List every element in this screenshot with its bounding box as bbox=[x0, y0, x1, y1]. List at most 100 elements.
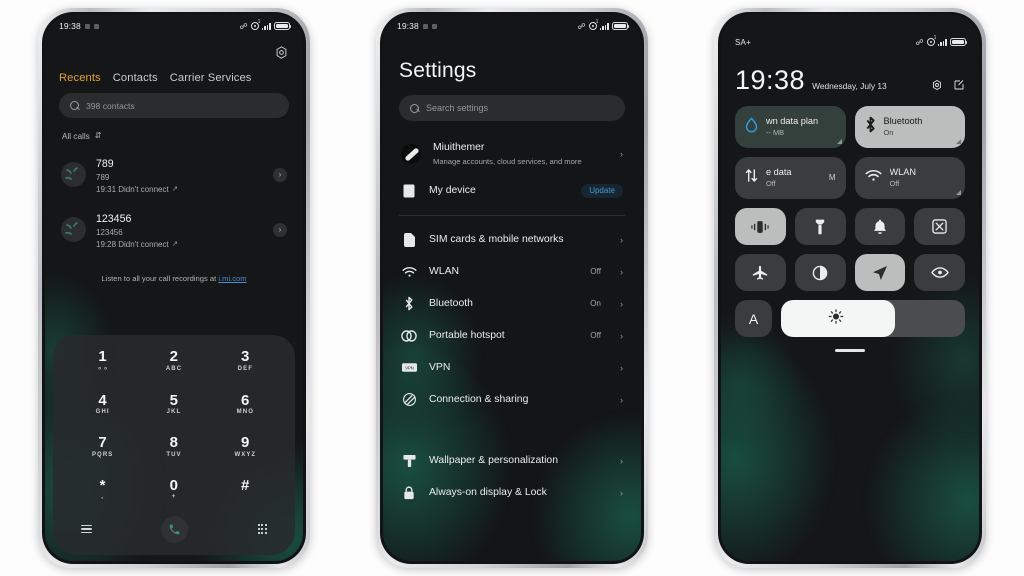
dialpad-key-6[interactable]: 6 MNO bbox=[210, 392, 281, 425]
edit-pencil-icon[interactable] bbox=[953, 79, 965, 91]
list-item-vpn[interactable]: VPN VPN › bbox=[399, 352, 625, 384]
tile-wlan[interactable]: WLAN Off bbox=[854, 157, 965, 199]
control-center-actions bbox=[931, 79, 965, 94]
clock-row: 19:38 Wednesday, July 13 bbox=[735, 67, 965, 94]
signal-icon bbox=[595, 19, 609, 30]
battery-icon bbox=[950, 38, 968, 46]
tile-subtitle: On bbox=[883, 127, 894, 137]
bluetooth-icon: ☍ bbox=[239, 21, 248, 31]
status-placeholder-icon-1 bbox=[422, 23, 428, 29]
status-bar: 19:38 ☍ bbox=[45, 15, 303, 37]
list-item-portable-hotspot[interactable]: Portable hotspot Off › bbox=[399, 320, 625, 352]
list-item-texts: Bluetooth bbox=[429, 297, 578, 311]
search-input[interactable]: 398 contacts bbox=[59, 93, 289, 118]
list-item-bluetooth[interactable]: Bluetooth On › bbox=[399, 288, 625, 320]
drag-handle[interactable] bbox=[835, 349, 865, 352]
toggle-vibrate[interactable] bbox=[735, 208, 786, 245]
dialpad-panel: 1 ⚬⚬ 2 ABC 3 DEF 4 GHI 5 JKL 6 MNO 7 PQR… bbox=[53, 335, 295, 555]
search-input[interactable]: Search settings bbox=[399, 95, 625, 121]
dialpad-key-7[interactable]: 7 PQRS bbox=[67, 435, 138, 467]
dialpad-key-9[interactable]: 9 WXYZ bbox=[210, 435, 281, 467]
hamburger-menu-icon[interactable] bbox=[81, 524, 92, 534]
dialpad-key-2[interactable]: 2 ABC bbox=[138, 349, 209, 382]
call-name: 789 bbox=[96, 158, 114, 170]
dialpad-key-letters: , bbox=[101, 494, 105, 501]
avatar bbox=[61, 217, 86, 243]
location-icon bbox=[872, 265, 888, 281]
tile-data-plan[interactable]: wn data plan -- MB bbox=[735, 106, 846, 148]
dialpad-keys: 1 ⚬⚬ 2 ABC 3 DEF 4 GHI 5 JKL 6 MNO 7 PQR… bbox=[67, 349, 281, 509]
table-row[interactable]: 123456 123456 19:28 Didn't connect ↗ › bbox=[59, 202, 289, 257]
chevron-right-icon: › bbox=[620, 487, 623, 498]
status-badge[interactable]: Update bbox=[581, 183, 623, 198]
settings-gear-icon[interactable] bbox=[931, 79, 943, 91]
list-item-account[interactable]: Miuithemer Manage accounts, cloud servic… bbox=[399, 133, 625, 175]
status-placeholder-icon-2 bbox=[431, 23, 437, 29]
toggle-eye-comfort[interactable] bbox=[914, 254, 965, 291]
brightness-slider[interactable] bbox=[781, 300, 965, 337]
call-details-button[interactable]: › bbox=[273, 167, 287, 182]
dialpad-grid-icon[interactable] bbox=[257, 524, 267, 534]
tile-sim-badge: M bbox=[828, 173, 836, 182]
call-recording-link[interactable]: i.mi.com bbox=[218, 274, 246, 283]
settings-gear-icon[interactable] bbox=[274, 45, 289, 60]
toggle-screenshot[interactable] bbox=[914, 208, 965, 245]
tile-expand-corner-icon[interactable] bbox=[836, 139, 842, 144]
toggle-airplane[interactable] bbox=[735, 254, 786, 291]
device-icon bbox=[401, 183, 417, 199]
dialpad-key-letters: JKL bbox=[166, 409, 182, 416]
call-name: 123456 bbox=[96, 213, 132, 226]
call-meta: 19:31 Didn't connect ↗ bbox=[96, 184, 263, 196]
dialpad-key-3[interactable]: 3 DEF bbox=[210, 349, 281, 382]
table-row[interactable]: 789 789 19:31 Didn't connect ↗ › bbox=[59, 147, 289, 202]
voicemail-icon: ⚬⚬ bbox=[96, 365, 109, 373]
toggle-location[interactable] bbox=[854, 254, 906, 291]
tile-expand-corner-icon[interactable] bbox=[956, 190, 961, 195]
tile-title: WLAN bbox=[889, 167, 917, 178]
dialpad-key-4[interactable]: 4 GHI bbox=[67, 392, 138, 425]
dialpad-key-star[interactable]: * , bbox=[67, 477, 138, 510]
status-placeholder-icon-2 bbox=[93, 23, 99, 29]
toggle-auto-brightness[interactable]: A bbox=[735, 300, 772, 337]
tile-expand-corner-icon[interactable] bbox=[956, 139, 961, 144]
dialpad-key-number: 0 bbox=[169, 476, 179, 494]
list-item-my-device[interactable]: My device Update bbox=[399, 175, 625, 207]
sort-chevrons-icon: ⇵ bbox=[94, 131, 102, 141]
list-item-connection-sharing[interactable]: Connection & sharing › bbox=[399, 384, 625, 416]
toggle-dark-mode[interactable] bbox=[794, 254, 846, 291]
outgoing-arrow-icon: ↗ bbox=[171, 239, 178, 249]
call-number: 789 bbox=[96, 173, 110, 182]
tile-bluetooth[interactable]: Bluetooth On bbox=[854, 106, 965, 148]
dialpad-key-8[interactable]: 8 TUV bbox=[138, 435, 209, 467]
dialpad-key-0[interactable]: 0 + bbox=[138, 476, 209, 510]
tile-title: e data bbox=[766, 167, 792, 178]
tab-contacts[interactable]: Contacts bbox=[113, 72, 158, 84]
list-item-wlan[interactable]: WLAN Off › bbox=[399, 256, 625, 288]
tab-recents[interactable]: Recents bbox=[59, 72, 101, 84]
tab-carrier-services[interactable]: Carrier Services bbox=[170, 72, 252, 84]
list-item-wallpaper[interactable]: Wallpaper & personalization › bbox=[399, 445, 625, 477]
status-time: 19:38 bbox=[397, 21, 419, 31]
call-handset-icon[interactable] bbox=[161, 515, 189, 543]
toggle-flashlight[interactable] bbox=[794, 208, 846, 245]
dialer-header: Recents Contacts Carrier Services 398 co… bbox=[45, 37, 303, 283]
search-icon bbox=[70, 101, 79, 110]
device-texts: My device bbox=[429, 184, 569, 198]
call-details-button[interactable]: › bbox=[273, 222, 287, 237]
list-item-always-on-display[interactable]: Always-on display & Lock › bbox=[399, 477, 625, 509]
bluetooth-icon: ☍ bbox=[577, 21, 586, 31]
status-bar-left: 19:38 bbox=[59, 21, 99, 31]
list-item-sim-cards[interactable]: SIM cards & mobile networks › bbox=[399, 224, 625, 256]
wifi-icon bbox=[864, 169, 882, 187]
outgoing-arrow-icon: ↗ bbox=[171, 183, 178, 193]
phone-control-center: SA+ ☍ 19:38 Wednesday, July 13 bbox=[714, 8, 986, 568]
chevron-right-icon: › bbox=[620, 455, 623, 466]
call-filter[interactable]: All calls ⇵ bbox=[59, 132, 289, 141]
dialpad-key-5[interactable]: 5 JKL bbox=[138, 392, 209, 425]
tile-mobile-data[interactable]: e data Off M bbox=[735, 157, 846, 199]
dialpad-key-1[interactable]: 1 ⚬⚬ bbox=[67, 349, 138, 382]
dialpad-key-hash[interactable]: # bbox=[210, 477, 281, 510]
toggle-bell[interactable] bbox=[854, 208, 906, 245]
chevron-right-icon: › bbox=[620, 298, 623, 309]
phone-screen-control-center: SA+ ☍ 19:38 Wednesday, July 13 bbox=[721, 15, 979, 561]
